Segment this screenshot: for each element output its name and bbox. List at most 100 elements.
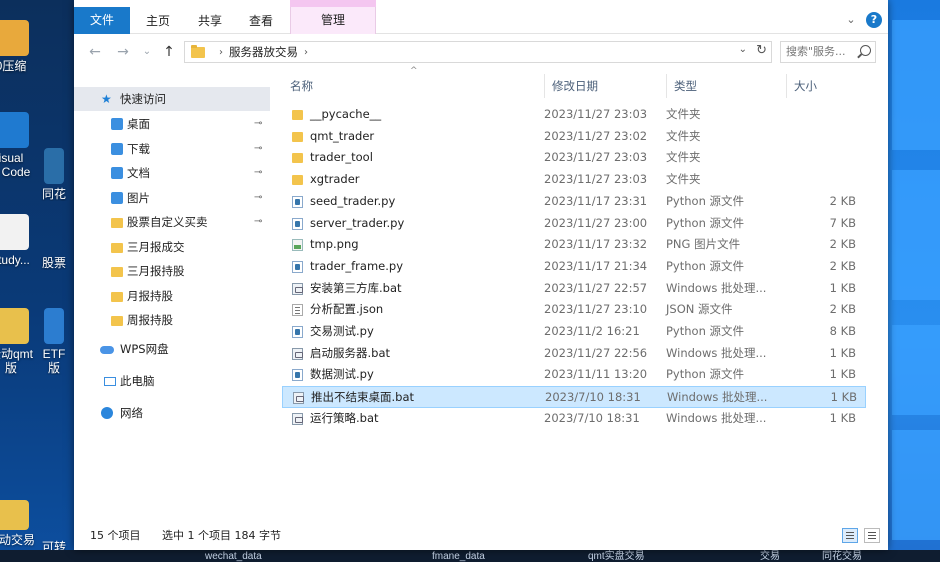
file-date: 2023/11/27 23:02 bbox=[544, 128, 648, 143]
file-date: 2023/11/17 23:31 bbox=[544, 193, 648, 208]
nav-item[interactable]: 三月报持股 bbox=[74, 259, 270, 283]
column-divider[interactable] bbox=[786, 74, 787, 98]
file-row[interactable]: 数据测试.py 2023/11/11 13:20 Python 源文件 1 KB bbox=[282, 364, 866, 386]
tab-manage[interactable]: 管理 bbox=[290, 7, 376, 34]
tab-file[interactable]: 文件 bbox=[74, 7, 130, 34]
file-row[interactable]: 运行策略.bat 2023/7/10 18:31 Windows 批处理... 1 K… bbox=[282, 408, 866, 430]
pictures-icon bbox=[111, 191, 123, 204]
up-icon[interactable]: ↑ bbox=[160, 42, 178, 62]
file-name: server_trader.py bbox=[310, 215, 405, 230]
tab-home[interactable]: 主页 bbox=[136, 10, 180, 32]
nav-item[interactable]: 文档 ⊸ bbox=[74, 161, 270, 185]
nav-wps-drive[interactable]: WPS网盘 bbox=[74, 337, 270, 361]
file-type: Python 源文件 bbox=[666, 367, 745, 382]
nav-network[interactable]: 网络 bbox=[74, 401, 270, 425]
search-input[interactable]: 搜索"服务... bbox=[780, 41, 876, 63]
nav-label: 此电脑 bbox=[120, 374, 155, 388]
file-row[interactable]: qmt_trader 2023/11/27 23:02 文件夹 bbox=[282, 126, 866, 148]
history-chevron-icon[interactable]: ⌄ bbox=[138, 42, 156, 62]
file-row[interactable]: server_trader.py 2023/11/27 23:00 Python 源… bbox=[282, 213, 866, 235]
column-header-size[interactable]: 大小 bbox=[794, 74, 817, 98]
nav-item[interactable]: 股票自定义买卖 ⊸ bbox=[74, 210, 270, 234]
star-icon: ★ bbox=[101, 92, 112, 106]
pin-icon[interactable]: ⊸ bbox=[254, 210, 262, 234]
nav-item[interactable]: 三月报成交 bbox=[74, 235, 270, 259]
back-icon[interactable]: ← bbox=[86, 42, 104, 62]
pin-icon[interactable]: ⊸ bbox=[254, 161, 262, 185]
file-type: Python 源文件 bbox=[666, 215, 745, 230]
breadcrumb-item[interactable]: 服务器放交易 bbox=[229, 44, 298, 60]
file-type: Python 源文件 bbox=[666, 258, 745, 273]
desktop-icon-archive[interactable]: 0压缩 bbox=[0, 20, 46, 73]
folder-icon bbox=[292, 110, 303, 120]
file-row[interactable]: 启动服务器.bat 2023/11/27 22:56 Windows 批处理... 1… bbox=[282, 343, 866, 365]
nav-quick-access[interactable]: ★ 快速访问 bbox=[74, 87, 270, 111]
address-dropdown-icon[interactable]: ⌄ bbox=[739, 44, 747, 55]
collapse-ribbon-icon[interactable]: ⌄ bbox=[844, 13, 858, 27]
file-date: 2023/11/27 23:00 bbox=[544, 215, 648, 230]
nav-item[interactable]: 周报持股 bbox=[74, 308, 270, 332]
file-row[interactable]: 分析配置.json 2023/11/27 23:10 JSON 源文件 2 KB bbox=[282, 299, 866, 321]
breadcrumb-separator-icon[interactable]: › bbox=[219, 47, 223, 58]
desktop-icon-etf[interactable]: ETF 版 bbox=[34, 308, 74, 375]
details-view-icon[interactable] bbox=[842, 528, 858, 543]
folder-icon bbox=[292, 153, 303, 164]
tab-share[interactable]: 共享 bbox=[188, 10, 232, 32]
file-date: 2023/11/27 22:56 bbox=[544, 345, 648, 360]
file-row[interactable]: trader_tool 2023/11/27 23:03 文件夹 bbox=[282, 147, 866, 169]
file-name: seed_trader.py bbox=[310, 193, 396, 208]
file-row[interactable]: xgtrader 2023/11/27 23:03 文件夹 bbox=[282, 169, 866, 191]
wallpaper-pane bbox=[892, 430, 940, 540]
file-row[interactable]: 安装第三方库.bat 2023/11/27 22:57 Windows 批处理...… bbox=[282, 278, 866, 300]
nav-label: 桌面 bbox=[127, 117, 150, 131]
file-date: 2023/11/27 23:03 bbox=[544, 107, 648, 121]
file-date: 2023/7/10 18:31 bbox=[544, 410, 640, 425]
folder-icon bbox=[111, 218, 123, 228]
desktop-icon-stock[interactable]: 股票 bbox=[34, 256, 74, 270]
column-header-name[interactable]: 名称 bbox=[290, 74, 313, 98]
address-bar[interactable]: › 服务器放交易 › ⌄ ↻ bbox=[184, 41, 772, 63]
pin-icon[interactable]: ⊸ bbox=[254, 186, 262, 210]
column-divider[interactable] bbox=[544, 74, 545, 98]
help-icon[interactable]: ? bbox=[866, 12, 882, 28]
file-row[interactable]: seed_trader.py 2023/11/17 23:31 Python 源文件… bbox=[282, 191, 866, 213]
file-type: Python 源文件 bbox=[666, 193, 745, 208]
file-date: 2023/11/2 16:21 bbox=[544, 324, 640, 338]
nav-item[interactable]: 图片 ⊸ bbox=[74, 186, 270, 210]
nav-item[interactable]: 月报持股 bbox=[74, 284, 270, 308]
tab-view[interactable]: 查看 bbox=[239, 10, 283, 32]
nav-this-pc[interactable]: 此电脑 bbox=[74, 369, 270, 393]
pin-icon[interactable]: ⊸ bbox=[254, 112, 262, 136]
file-type: Python 源文件 bbox=[666, 324, 745, 338]
file-type: Windows 批处理... bbox=[666, 280, 767, 295]
archive-icon bbox=[0, 20, 29, 56]
taskbar-label[interactable]: fmane_data bbox=[432, 551, 485, 562]
file-type: 文件夹 bbox=[666, 150, 701, 165]
file-row[interactable]: tmp.png 2023/11/17 23:32 PNG 图片文件 2 KB bbox=[282, 234, 866, 256]
taskbar-label[interactable]: wechat_data bbox=[205, 551, 262, 562]
forward-icon[interactable]: → bbox=[114, 42, 132, 62]
search-icon bbox=[860, 45, 871, 56]
nav-item[interactable]: 下载 ⊸ bbox=[74, 137, 270, 161]
file-size: 2 KB bbox=[829, 302, 856, 317]
column-header-type[interactable]: 类型 bbox=[674, 74, 697, 98]
vscode-icon bbox=[0, 112, 29, 148]
nav-item[interactable]: 桌面 ⊸ bbox=[74, 112, 270, 136]
refresh-icon[interactable]: ↻ bbox=[756, 43, 767, 58]
desktop-icon-ths[interactable]: 同花 bbox=[34, 148, 74, 201]
large-icons-view-icon[interactable] bbox=[864, 528, 880, 543]
file-row[interactable]: 交易测试.py 2023/11/2 16:21 Python 源文件 8 KB bbox=[282, 321, 866, 343]
file-row[interactable]: 推出不结束桌面.bat 2023/7/10 18:31 Windows 批处理...… bbox=[282, 386, 866, 408]
breadcrumb-separator-icon[interactable]: › bbox=[304, 47, 308, 58]
pin-icon[interactable]: ⊸ bbox=[254, 137, 262, 161]
nav-label: 图片 bbox=[127, 190, 150, 205]
column-header-date[interactable]: 修改日期 bbox=[552, 74, 598, 98]
file-list: ^ 名称 修改日期 类型 大小 __pycache__ 2023/11/27 23… bbox=[282, 62, 888, 522]
file-row[interactable]: __pycache__ 2023/11/27 23:03 文件夹 bbox=[282, 104, 866, 126]
documents-icon bbox=[111, 167, 123, 179]
file-row[interactable]: trader_frame.py 2023/11/17 21:34 Python 源文… bbox=[282, 256, 866, 278]
column-divider[interactable] bbox=[666, 74, 667, 98]
file-name: 分析配置.json bbox=[310, 302, 384, 317]
file-type: JSON 源文件 bbox=[666, 302, 733, 317]
item-count: 15 个项目 bbox=[90, 529, 141, 542]
